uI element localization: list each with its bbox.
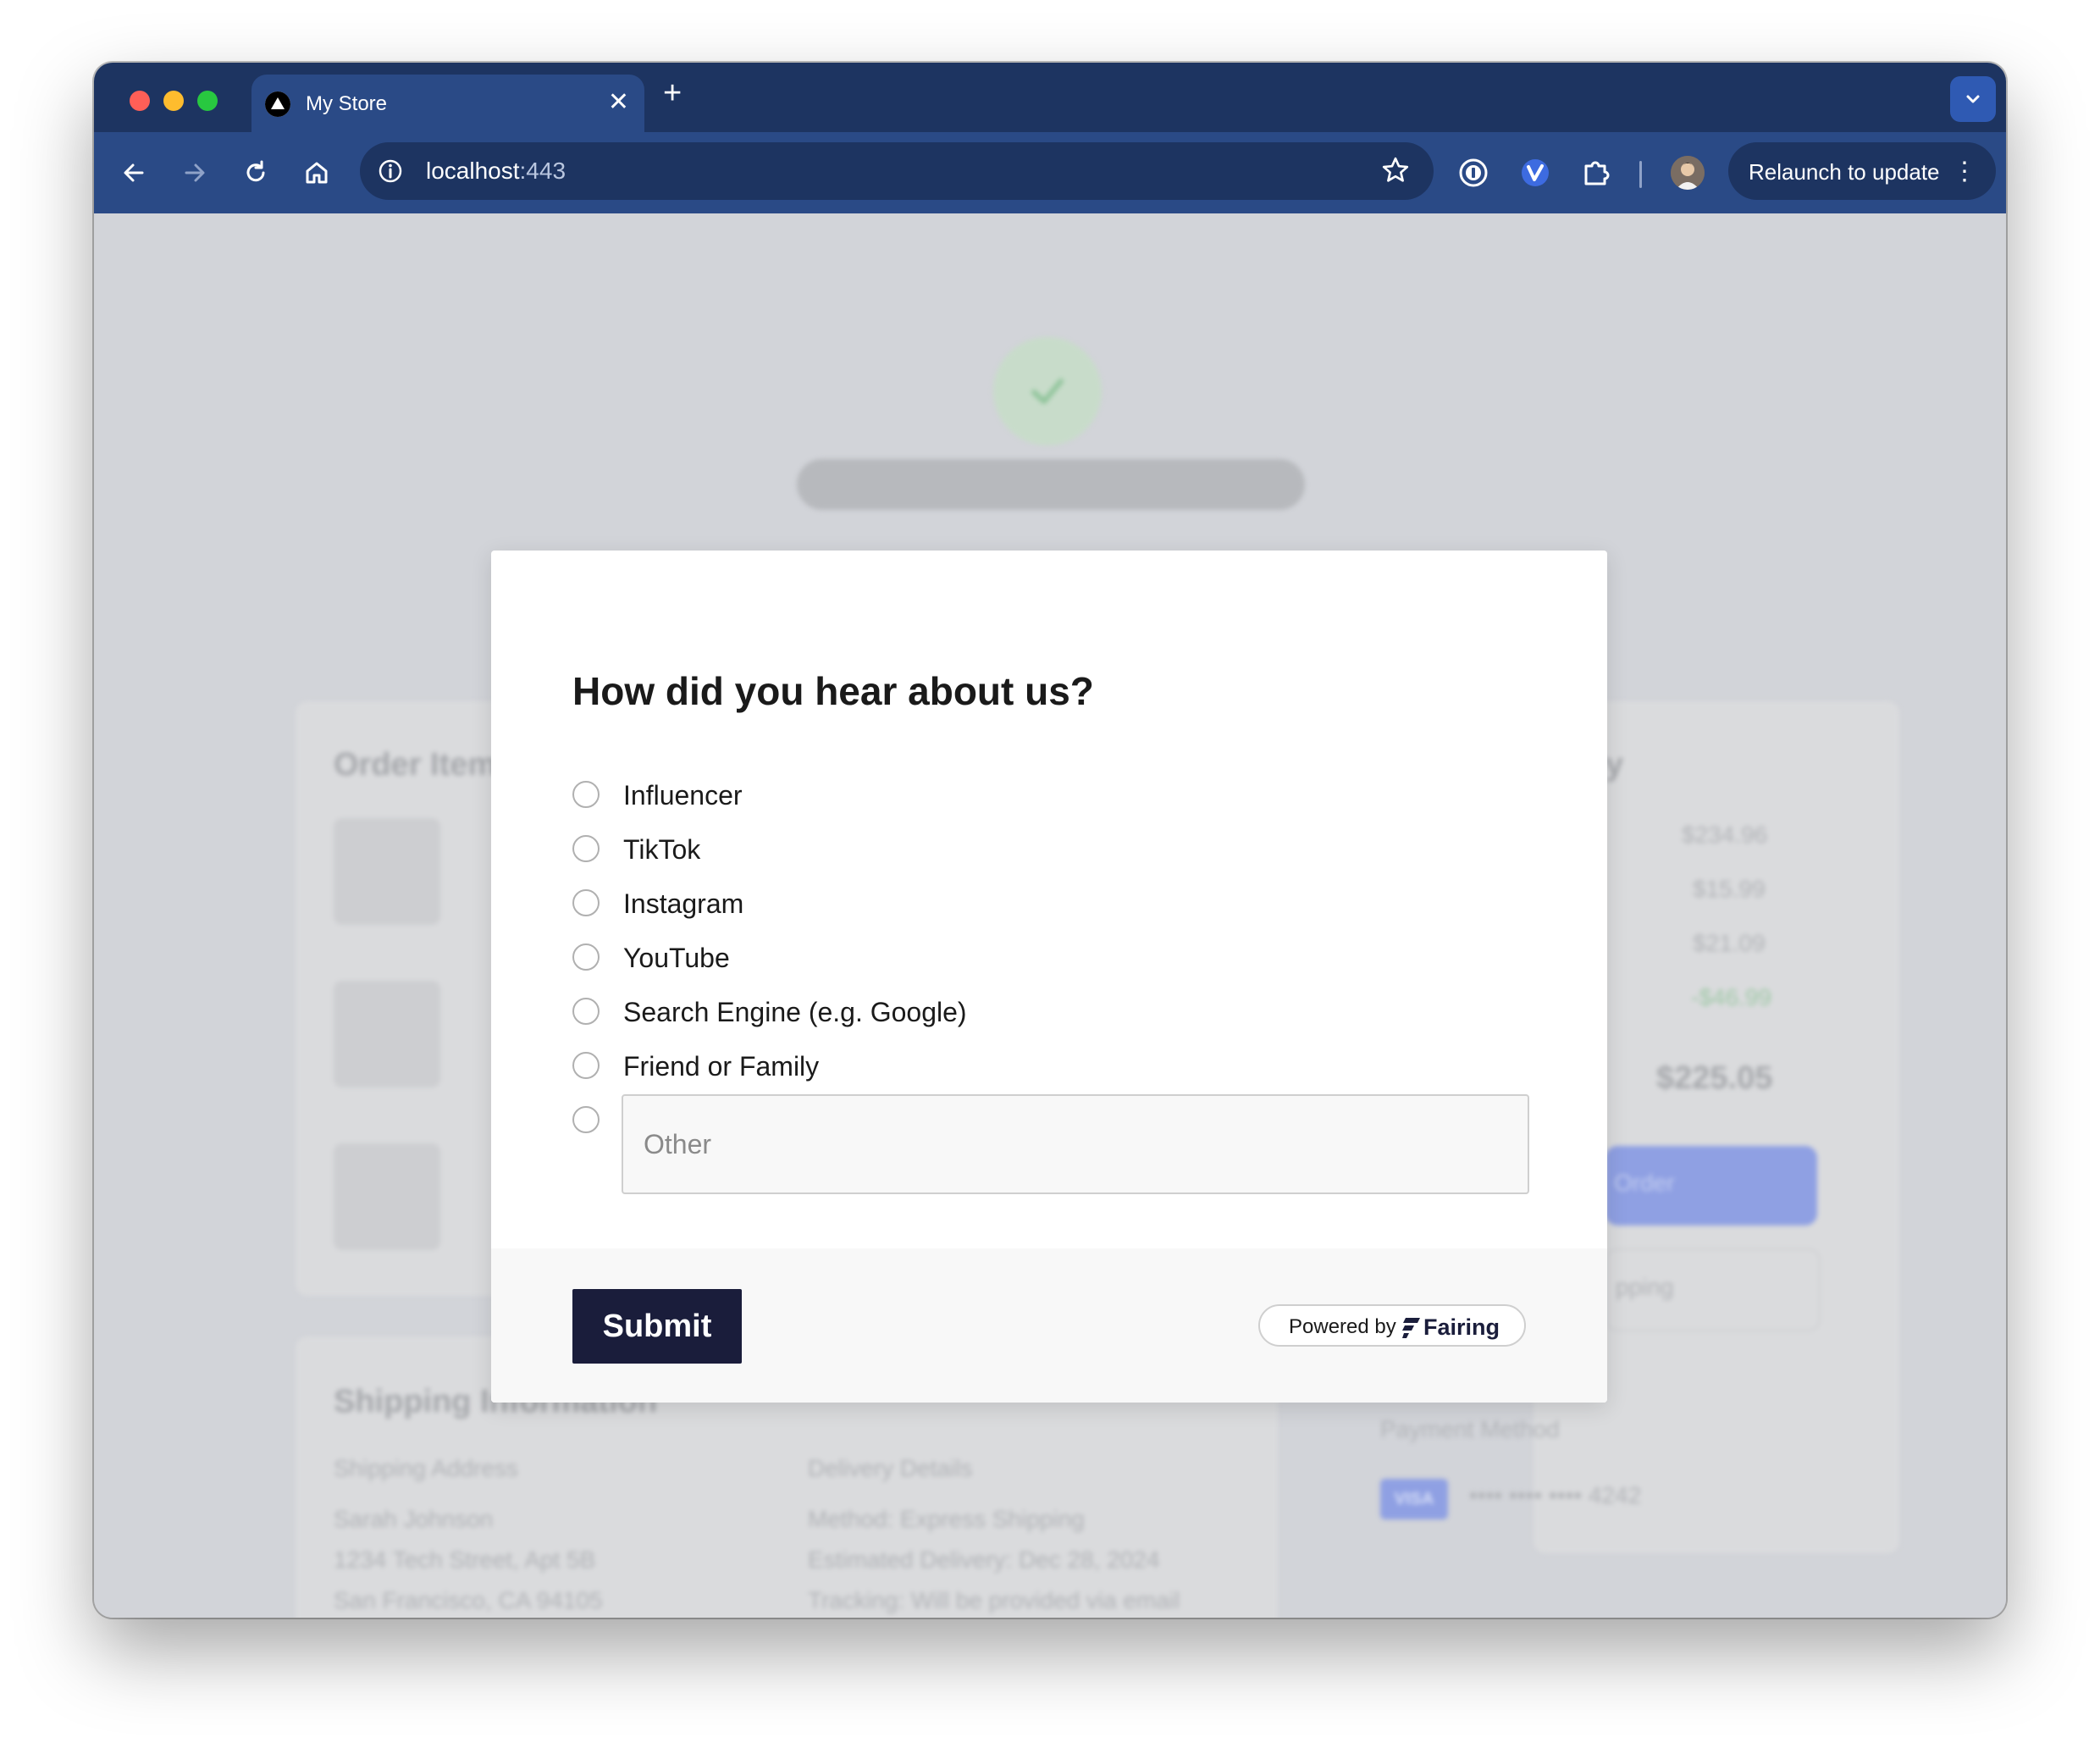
survey-footer: Submit Powered by Fairing [491, 1248, 1607, 1403]
option-label: TikTok [623, 834, 701, 865]
page-viewport: Order Item y $234.96 $15.99 $21.09 -$46.… [94, 213, 2006, 1618]
radio-button[interactable] [572, 835, 600, 862]
triangle-favicon-icon [265, 91, 290, 117]
toolbar-divider [1639, 161, 1642, 188]
tab-title: My Store [306, 92, 388, 115]
radio-button[interactable] [572, 998, 600, 1025]
summary-amount: $234.96 [1682, 822, 1768, 848]
bookmark-star-icon[interactable] [1381, 156, 1410, 189]
summary-discount: -$46.99 [1691, 984, 1771, 1010]
password-manager-icon[interactable] [1456, 156, 1490, 190]
site-info-icon[interactable] [373, 154, 407, 188]
product-thumb [334, 818, 440, 925]
tab-strip: My Store ✕ + [94, 63, 2006, 132]
delivery-line: Tracking: Will be provided via email [808, 1587, 1180, 1613]
fairing-logo-icon [1402, 1318, 1420, 1338]
minimize-window-button[interactable] [163, 91, 184, 111]
summary-amount: $21.09 [1693, 930, 1766, 956]
submit-button[interactable]: Submit [572, 1289, 742, 1364]
relaunch-to-update-button[interactable]: Relaunch to update ⋮ [1728, 142, 1996, 200]
radio-button[interactable] [572, 1052, 600, 1079]
option-label: Instagram [623, 888, 744, 919]
card-number: •••• •••• •••• 4242 [1469, 1482, 1642, 1508]
tab-close-icon[interactable]: ✕ [608, 88, 629, 117]
option-other[interactable] [572, 1099, 606, 1140]
close-window-button[interactable] [130, 91, 150, 111]
summary-amount: $15.99 [1693, 876, 1766, 902]
radio-button[interactable] [572, 1106, 600, 1133]
forward-icon[interactable] [178, 156, 212, 190]
place-order-button-bg: Order [1605, 1146, 1817, 1226]
traffic-lights [130, 91, 218, 111]
option-label: Influencer [623, 780, 743, 811]
shipping-address-label: Shipping Address [334, 1455, 518, 1481]
delivery-details-label: Delivery Details [808, 1455, 973, 1481]
product-thumb [334, 981, 440, 1087]
browser-window: My Store ✕ + localhost:443 Relaunch to u… [94, 63, 2006, 1618]
tab-search-icon[interactable] [1950, 76, 1996, 122]
option-friend-or-family[interactable]: Friend or Family [572, 1045, 1335, 1086]
browser-toolbar: localhost:443 Relaunch to update ⋮ [94, 132, 2006, 213]
powered-by-fairing-badge[interactable]: Powered by Fairing [1258, 1304, 1526, 1347]
option-instagram[interactable]: Instagram [572, 883, 1335, 923]
option-search-engine[interactable]: Search Engine (e.g. Google) [572, 991, 1335, 1032]
tab-my-store[interactable]: My Store ✕ [251, 75, 644, 132]
extension-v-icon[interactable] [1518, 156, 1552, 190]
summary-total: $225.05 [1656, 1060, 1773, 1096]
relaunch-label: Relaunch to update [1749, 159, 1940, 185]
success-check-icon [993, 337, 1102, 445]
visa-card-badge: VISA [1380, 1479, 1448, 1519]
continue-shopping-button-bg: pping [1605, 1248, 1821, 1331]
address-line: San Francisco, CA 94105 [334, 1587, 603, 1613]
option-influencer[interactable]: Influencer [572, 774, 1335, 815]
order-items-heading: Order Item [334, 747, 497, 783]
address-bar[interactable]: localhost:443 [360, 142, 1434, 200]
page-title-placeholder [797, 459, 1305, 510]
radio-button[interactable] [572, 781, 600, 808]
radio-button[interactable] [572, 943, 600, 971]
option-tiktok[interactable]: TikTok [572, 828, 1335, 869]
option-youtube[interactable]: YouTube [572, 937, 1335, 977]
zoom-window-button[interactable] [197, 91, 218, 111]
other-text-input[interactable] [622, 1094, 1529, 1194]
payment-method-label: Payment Method [1380, 1416, 1560, 1442]
puzzle-extensions-icon[interactable] [1579, 156, 1613, 190]
url-text: localhost:443 [426, 158, 566, 184]
address-line: Sarah Johnson [334, 1506, 494, 1532]
delivery-line: Method: Express Shipping [808, 1506, 1085, 1532]
option-label: Search Engine (e.g. Google) [623, 997, 967, 1027]
survey-modal: How did you hear about us? Influencer Ti… [491, 551, 1607, 1403]
reload-icon[interactable] [239, 156, 273, 190]
profile-avatar[interactable] [1671, 156, 1705, 190]
survey-question: How did you hear about us? [572, 669, 1094, 713]
fairing-brand: Fairing [1423, 1314, 1500, 1340]
powered-by-label: Powered by [1289, 1315, 1396, 1338]
delivery-line: Estimated Delivery: Dec 28, 2024 [808, 1547, 1160, 1573]
option-label: YouTube [623, 943, 730, 973]
summary-heading-fragment: y [1605, 747, 1624, 783]
menu-kebab-icon[interactable]: ⋮ [1952, 159, 1977, 185]
back-icon[interactable] [117, 156, 151, 190]
product-thumb [334, 1143, 440, 1250]
option-label: Friend or Family [623, 1051, 820, 1082]
address-line: 1234 Tech Street, Apt 5B [334, 1547, 596, 1573]
home-icon[interactable] [300, 156, 334, 190]
radio-button[interactable] [572, 889, 600, 916]
new-tab-icon[interactable]: + [663, 76, 682, 110]
